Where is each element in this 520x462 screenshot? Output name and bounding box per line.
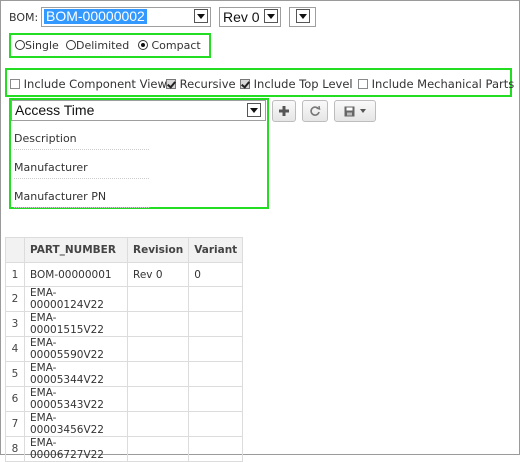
cell-part-number[interactable]: BOM-00000001 bbox=[24, 262, 128, 287]
table-row[interactable]: 8 EMA-00006727V22 bbox=[5, 436, 244, 462]
cell-part-number[interactable]: EMA-00006727V22 bbox=[24, 436, 128, 462]
radio-delimited-label: Delimited bbox=[76, 39, 130, 52]
cell-variant[interactable] bbox=[188, 411, 244, 437]
row-number: 1 bbox=[5, 262, 25, 287]
chevron-down-icon[interactable] bbox=[194, 9, 208, 23]
save-icon bbox=[344, 106, 355, 116]
cell-revision[interactable]: Rev 0 bbox=[126, 262, 190, 287]
cell-revision[interactable] bbox=[126, 336, 190, 362]
row-number: 6 bbox=[5, 386, 25, 412]
chevron-down-icon[interactable] bbox=[247, 103, 261, 117]
cell-revision[interactable] bbox=[126, 436, 190, 462]
cell-variant[interactable] bbox=[188, 286, 244, 312]
cell-variant[interactable] bbox=[188, 311, 244, 337]
check-top-level-label: Include Top Level bbox=[253, 77, 353, 91]
checkbox-icon[interactable] bbox=[10, 79, 20, 89]
check-component-view[interactable]: Include Component View bbox=[10, 77, 167, 91]
row-number: 7 bbox=[5, 411, 25, 437]
bom-select-value: BOM-00000002 bbox=[44, 8, 147, 24]
table-row[interactable]: 5 EMA-00005344V22 bbox=[5, 361, 244, 387]
table-row[interactable]: 3 EMA-00001515V22 bbox=[5, 311, 244, 337]
radio-compact-label: Compact bbox=[151, 39, 201, 52]
add-button[interactable] bbox=[272, 100, 296, 122]
row-number: 4 bbox=[5, 336, 25, 362]
bom-table: PART_NUMBER Revision Variant 1 BOM-000000… bbox=[5, 237, 244, 462]
radio-compact[interactable]: Compact bbox=[138, 39, 201, 52]
check-recursive[interactable]: Recursive bbox=[166, 77, 236, 91]
cell-part-number[interactable]: EMA-00005590V22 bbox=[24, 336, 128, 362]
revision-value: Rev 0 bbox=[223, 9, 260, 25]
bom-label: BOM: bbox=[9, 11, 39, 24]
cell-revision[interactable] bbox=[126, 311, 190, 337]
check-mechanical[interactable]: Include Mechanical Parts bbox=[358, 77, 514, 91]
cell-variant[interactable] bbox=[188, 436, 244, 462]
check-mechanical-label: Include Mechanical Parts bbox=[371, 77, 515, 91]
table-row[interactable]: 1 BOM-00000001 Rev 00 bbox=[5, 262, 244, 287]
cell-revision[interactable] bbox=[126, 286, 190, 312]
table-row[interactable]: 6 EMA-00005343V22 bbox=[5, 386, 244, 412]
cell-part-number[interactable]: EMA-00001515V22 bbox=[24, 311, 128, 337]
check-recursive-label: Recursive bbox=[179, 77, 236, 91]
save-menu-button[interactable] bbox=[334, 100, 376, 122]
cell-revision[interactable] bbox=[126, 411, 190, 437]
checkbox-checked-icon[interactable] bbox=[240, 79, 250, 89]
header-revision[interactable]: Revision bbox=[126, 237, 190, 263]
caret-down-icon bbox=[360, 109, 366, 113]
checkbox-checked-icon[interactable] bbox=[166, 79, 176, 89]
chevron-down-icon[interactable] bbox=[296, 9, 310, 23]
table-header-row: PART_NUMBER Revision Variant bbox=[5, 237, 244, 263]
radio-compact-icon[interactable] bbox=[138, 40, 148, 50]
plus-icon bbox=[279, 106, 289, 116]
bom-select[interactable]: BOM-00000002 bbox=[41, 7, 211, 27]
header-variant[interactable]: Variant bbox=[188, 237, 244, 263]
cell-part-number[interactable]: EMA-00005343V22 bbox=[24, 386, 128, 412]
cell-revision[interactable] bbox=[126, 386, 190, 412]
row-number: 8 bbox=[5, 436, 25, 462]
radio-single-label: Single bbox=[25, 39, 59, 52]
revision-select[interactable]: Rev 0 bbox=[219, 7, 281, 27]
cell-variant[interactable] bbox=[188, 336, 244, 362]
cell-part-number[interactable]: EMA-00005344V22 bbox=[24, 361, 128, 387]
refresh-icon bbox=[310, 105, 321, 116]
radio-delimited-icon[interactable] bbox=[66, 40, 76, 50]
table-row[interactable]: 7 EMA-00003456V22 bbox=[5, 411, 244, 437]
table-row[interactable]: 4 EMA-00005590V22 bbox=[5, 336, 244, 362]
radio-single[interactable]: Single bbox=[15, 39, 59, 52]
cell-variant[interactable] bbox=[188, 386, 244, 412]
row-number: 3 bbox=[5, 311, 25, 337]
cell-revision[interactable] bbox=[126, 361, 190, 387]
check-component-view-label: Include Component View bbox=[23, 77, 167, 91]
cell-variant[interactable]: 0 bbox=[188, 262, 244, 287]
row-number: 5 bbox=[5, 361, 25, 387]
refresh-button[interactable] bbox=[302, 100, 328, 122]
checkbox-icon[interactable] bbox=[358, 79, 368, 89]
attribute-item-manufacturer-pn[interactable]: Manufacturer PN bbox=[14, 190, 149, 208]
table-row[interactable]: 2 EMA-00000124V22 bbox=[5, 286, 244, 312]
attribute-select[interactable]: Access Time bbox=[11, 100, 266, 121]
row-number-header bbox=[5, 237, 25, 263]
variant-select[interactable] bbox=[289, 7, 316, 27]
radio-single-icon[interactable] bbox=[15, 40, 25, 50]
row-number: 2 bbox=[5, 286, 25, 312]
radio-delimited[interactable]: Delimited bbox=[66, 39, 129, 52]
chevron-down-icon[interactable] bbox=[264, 9, 278, 23]
cell-part-number[interactable]: EMA-00003456V22 bbox=[24, 411, 128, 437]
header-part-number[interactable]: PART_NUMBER bbox=[24, 237, 128, 263]
check-top-level[interactable]: Include Top Level bbox=[240, 77, 353, 91]
attribute-select-value: Access Time bbox=[15, 102, 95, 118]
attribute-item-description[interactable]: Description bbox=[14, 132, 149, 150]
attribute-item-manufacturer[interactable]: Manufacturer bbox=[14, 161, 149, 179]
cell-variant[interactable] bbox=[188, 361, 244, 387]
cell-part-number[interactable]: EMA-00000124V22 bbox=[24, 286, 128, 312]
